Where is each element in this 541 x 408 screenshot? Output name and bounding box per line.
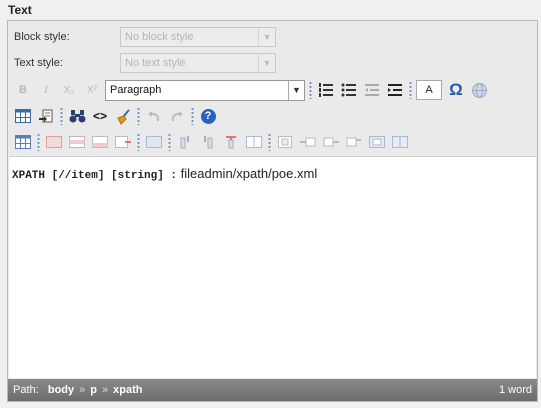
paragraph-format-select[interactable]: Paragraph ▼ <box>105 79 305 101</box>
path-crumb-body[interactable]: body <box>48 384 74 396</box>
path-separator: » <box>79 384 86 396</box>
block-style-select[interactable]: No block style ▼ <box>120 27 276 47</box>
cell-properties-icon[interactable] <box>275 132 295 152</box>
section-title: Text <box>8 3 32 17</box>
block-style-row: Block style: No block style ▼ <box>14 27 276 47</box>
table-icon[interactable] <box>13 106 33 126</box>
undo-icon[interactable] <box>144 106 164 126</box>
toolbar-row-2: <> ? <box>13 105 221 127</box>
column-delete-icon[interactable] <box>221 132 241 152</box>
status-bar: Path: body » p » xpath 1 word <box>8 379 537 401</box>
path-separator: » <box>102 384 109 396</box>
toolbar-separator <box>191 107 194 125</box>
row-properties-icon[interactable] <box>44 132 64 152</box>
superscript-button[interactable]: X² <box>82 80 102 100</box>
text-style-select[interactable]: No text style ▼ <box>120 53 276 73</box>
help-icon: ? <box>200 108 216 124</box>
paragraph-format-value: Paragraph <box>110 84 162 96</box>
cell-insert-after-icon[interactable] <box>321 132 341 152</box>
column-insert-after-icon[interactable] <box>198 132 218 152</box>
toolbar-separator <box>137 133 140 151</box>
editor-content-area[interactable]: XPATH [//item] [string] : fileadmin/xpat… <box>9 156 536 378</box>
help-button[interactable]: ? <box>198 106 218 126</box>
column-split-icon[interactable] <box>244 132 264 152</box>
path-label: Path: <box>13 384 39 396</box>
cell-split-icon[interactable] <box>390 132 410 152</box>
column-insert-before-icon[interactable] <box>175 132 195 152</box>
chevron-down-icon: ▼ <box>258 28 275 46</box>
source-code-button[interactable]: <> <box>90 106 110 126</box>
cell-insert-before-icon[interactable] <box>298 132 318 152</box>
toolbar-separator <box>409 81 412 99</box>
xpath-file-path: fileadmin/xpath/poe.xml <box>177 166 318 181</box>
word-count: 1 word <box>498 384 532 396</box>
text-color-button[interactable]: A <box>416 80 442 100</box>
table-properties-icon[interactable] <box>13 132 33 152</box>
toolbar-separator <box>168 133 171 151</box>
unordered-list-icon[interactable] <box>339 80 359 100</box>
block-style-label: Block style: <box>14 31 70 43</box>
subscript-button[interactable]: X₂ <box>59 80 79 100</box>
toolbar-separator <box>309 81 312 99</box>
globe-link-icon[interactable] <box>469 80 489 100</box>
toolbar-separator <box>37 133 40 151</box>
rich-text-editor: Block style: No block style ▼ Text style… <box>7 20 538 402</box>
italic-button[interactable]: I <box>36 80 56 100</box>
toolbar-separator <box>60 107 63 125</box>
element-path: Path: body » p » xpath <box>13 384 142 396</box>
toolbar-row-3 <box>13 131 413 153</box>
clean-broom-icon[interactable] <box>113 106 133 126</box>
outdent-icon[interactable] <box>362 80 382 100</box>
toolbar-separator <box>268 133 271 151</box>
block-style-value: No block style <box>125 31 194 43</box>
cell-delete-icon[interactable] <box>344 132 364 152</box>
cell-merge-icon[interactable] <box>367 132 387 152</box>
special-character-button[interactable]: Ω <box>446 80 466 100</box>
text-style-row: Text style: No text style ▼ <box>14 53 276 73</box>
toolbar-row-1: B I X₂ X² Paragraph ▼ A Ω <box>13 79 492 101</box>
chevron-down-icon: ▼ <box>258 54 275 72</box>
find-binoculars-icon[interactable] <box>67 106 87 126</box>
ordered-list-icon[interactable] <box>316 80 336 100</box>
row-delete-icon[interactable] <box>113 132 133 152</box>
redo-icon[interactable] <box>167 106 187 126</box>
path-crumb-xpath[interactable]: xpath <box>113 384 142 396</box>
text-style-label: Text style: <box>14 57 63 69</box>
row-insert-after-icon[interactable] <box>90 132 110 152</box>
row-insert-before-icon[interactable] <box>67 132 87 152</box>
text-style-value: No text style <box>125 57 186 69</box>
indent-icon[interactable] <box>385 80 405 100</box>
toolbar-separator <box>137 107 140 125</box>
column-properties-icon[interactable] <box>144 132 164 152</box>
chevron-down-icon: ▼ <box>288 80 304 100</box>
bold-button[interactable]: B <box>13 80 33 100</box>
link-document-icon[interactable] <box>36 106 56 126</box>
xpath-code: XPATH [//item] [string] : <box>12 170 178 182</box>
path-crumb-p[interactable]: p <box>90 384 97 396</box>
